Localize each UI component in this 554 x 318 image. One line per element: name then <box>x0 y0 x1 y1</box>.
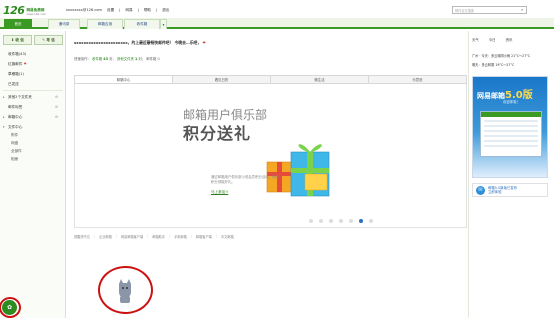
mailbox-5-ad[interactable]: 网易邮箱5.0版 欢迎体验！ <box>472 76 548 178</box>
heart-icon: ❤ <box>202 40 206 45</box>
other-folders-link[interactable]: 其他文件夹 <box>117 57 134 61</box>
footer-link[interactable]: 手机邮箱 <box>174 234 187 239</box>
promo-banner[interactable]: 邮箱用户俱乐部 积分送礼 通过邮箱用户俱乐部小说会员积分活动，你的积分领取好礼。… <box>74 84 467 228</box>
greeting: sxxxxxxxxxxxxxxxxxxxxx，约上最近最畅快邮件吧！ 今晚去…乐… <box>74 40 206 45</box>
mail-icon: ✉ <box>476 185 485 195</box>
search-icon[interactable]: ⌕ <box>521 8 525 12</box>
sidebar-item-drafts[interactable]: 草稿箱(1) <box>8 72 24 77</box>
receive-icon: ⬇ <box>11 38 15 42</box>
carousel-dot-active[interactable] <box>359 219 363 223</box>
expand-icon[interactable]: ▸ <box>3 95 5 99</box>
sidebar-subitem-disk[interactable]: 网盘 <box>11 141 18 146</box>
tab-contacts[interactable]: 通讯录 <box>48 19 80 29</box>
footer-link[interactable]: 企业邮箱 <box>99 234 112 239</box>
separator: | <box>156 8 158 12</box>
weather-tomorrow: 明天：多云转阴 19°C～27°C <box>472 63 515 67</box>
ad-screenshot <box>480 111 542 157</box>
logo[interactable]: 126 网易免费邮 www.126.com <box>3 3 46 16</box>
separator: | <box>119 8 121 12</box>
gear-icon[interactable]: ⚙ <box>55 115 58 119</box>
weather-today: 广州 · 今天：多云转阴小雨 21°C～27°C <box>472 54 531 58</box>
main-tab-bar: 首页 通讯录 邮箱应用 收件箱 ▾ <box>0 18 554 29</box>
panel-tab-calendar[interactable]: 看见日历 <box>173 75 271 84</box>
carousel-dot[interactable] <box>319 219 323 223</box>
promo-join-link[interactable]: 马上参加!! <box>211 190 228 195</box>
sidebar-item-labels[interactable]: 邮件标签 <box>8 105 22 110</box>
footer-link[interactable]: 邮箱客户端 <box>196 234 212 239</box>
ad-subtitle: 欢迎体验！ <box>503 100 520 104</box>
tab-home[interactable]: 首页 <box>4 19 32 29</box>
pencil-icon: ✎ <box>42 38 46 42</box>
panel-tab-mail-center[interactable]: 邮箱中心 <box>74 75 173 84</box>
sidebar-item-file-center[interactable]: 文件中心 <box>8 125 22 130</box>
right-tab-news[interactable]: 资讯 <box>506 37 513 42</box>
panel-tab-life[interactable]: 微生活 <box>271 75 369 84</box>
separator: | <box>137 8 139 12</box>
sidebar-item-sent[interactable]: 已发送 <box>8 82 19 87</box>
sidebar-item-mail-center[interactable]: 邮箱中心 <box>8 115 22 120</box>
sidebar-item-inbox[interactable]: 收件箱(43) <box>8 52 26 57</box>
expand-icon[interactable]: ▸ <box>3 115 5 119</box>
mascot-cat-icon <box>119 279 131 303</box>
tab-more[interactable]: ▾ <box>160 19 167 29</box>
unread-count: 43 <box>103 57 108 61</box>
red-flag-icon: ⚑ <box>23 62 27 66</box>
new-version-cta: 立即体验 <box>488 190 502 194</box>
sidebar-subitem-attachments[interactable]: 附件 <box>11 133 18 138</box>
carousel-dot[interactable] <box>369 219 373 223</box>
carousel-dot[interactable] <box>309 219 313 223</box>
promo-heading: 积分送礼 <box>183 124 252 143</box>
account-email[interactable]: sxxxxxxx@126.com <box>66 8 102 13</box>
right-tab-weather[interactable]: 天气 <box>472 37 479 42</box>
account-bar: sxxxxxxx@126.com 设置 | 网易 | 帮助 | 退出 <box>66 8 169 13</box>
inbox-link[interactable]: 收件箱 <box>92 57 102 61</box>
top-bar: 126 网易免费邮 www.126.com sxxxxxxx@126.com 设… <box>0 0 554 18</box>
gear-icon[interactable]: ⚙ <box>55 95 58 99</box>
sidebar-subitem-all[interactable]: 全部件 <box>11 149 22 154</box>
tab-apps[interactable]: 邮箱应用 <box>87 19 123 29</box>
sidebar: ⬇ 收 信 ✎ 写 信 收件箱(43) 红旗邮件 ⚑ 草稿箱(1) 已发送 ▸ … <box>0 31 66 318</box>
logo-subtitle: www.126.com <box>26 12 47 16</box>
app-badge-icon[interactable]: ✿ <box>2 300 17 315</box>
compose-label: 写 信 <box>46 37 55 42</box>
footer-link[interactable]: 中文邮箱 <box>221 234 234 239</box>
search-input[interactable]: 邮件全文搜索 <box>452 6 527 14</box>
help-link[interactable]: 帮助 <box>144 8 151 13</box>
gear-icon[interactable]: ⚙ <box>55 105 58 109</box>
settings-link[interactable]: 设置 <box>107 8 114 13</box>
sidebar-subitem-album[interactable]: 相册 <box>11 157 18 162</box>
tab-inbox[interactable]: 收件箱 <box>124 19 160 29</box>
receive-label: 收 信 <box>15 37 24 42</box>
netease-link[interactable]: 网易 <box>125 8 132 13</box>
footer-link[interactable]: 提醒快不忘 <box>74 234 90 239</box>
logo-number: 126 <box>3 4 25 17</box>
compose-button[interactable]: ✎ 写 信 <box>34 35 63 45</box>
promo-description: 通过邮箱用户俱乐部小说会员积分活动，你的积分领取好礼。 <box>211 175 279 184</box>
carousel-dot[interactable] <box>349 219 353 223</box>
sidebar-item-flagged[interactable]: 红旗邮件 ⚑ <box>8 62 27 67</box>
panel-tab-talk[interactable]: 乐意说 <box>369 75 467 84</box>
panel-tabs: 邮箱中心 看见日历 微生活 乐意说 <box>74 75 467 84</box>
right-tab-today[interactable]: 今日 <box>489 37 496 42</box>
other-count: 1 <box>134 57 138 61</box>
right-pane: 天气 今日 资讯 广州 · 今天：多云转阴小雨 21°C～27°C 明天：多云转… <box>468 31 554 318</box>
sidebar-item-other-folders[interactable]: 其他2个文件夹 <box>8 95 32 100</box>
new-version-title: 邮箱5.0新版已发布 <box>488 185 518 190</box>
carousel-dot[interactable] <box>339 219 343 223</box>
carousel-dot[interactable] <box>329 219 333 223</box>
right-tabs: 天气 今日 资讯 <box>472 37 512 42</box>
gift-boxes-illustration <box>266 144 330 197</box>
collapse-icon[interactable]: ▾ <box>3 125 5 129</box>
footer-link[interactable]: 邮箱助手 <box>152 234 165 239</box>
new-version-link[interactable]: ✉ 邮箱5.0新版已发布 立即体验 <box>472 183 548 197</box>
footer-link[interactable]: 网易邮箱客户端 <box>121 234 143 239</box>
mail-stats: 快速操作： 收件箱 43 封， 其他文件夹 1 封； 邮件箱 0 <box>74 57 160 61</box>
receive-button[interactable]: ⬇ 收 信 <box>3 35 32 45</box>
carousel-dots <box>309 219 373 223</box>
logout-link[interactable]: 退出 <box>162 8 169 13</box>
footer-links: 提醒快不忘 | 企业邮箱 | 网易邮箱客户端 | 邮箱助手 | 手机邮箱 | 邮箱客户端 |… <box>74 234 234 239</box>
